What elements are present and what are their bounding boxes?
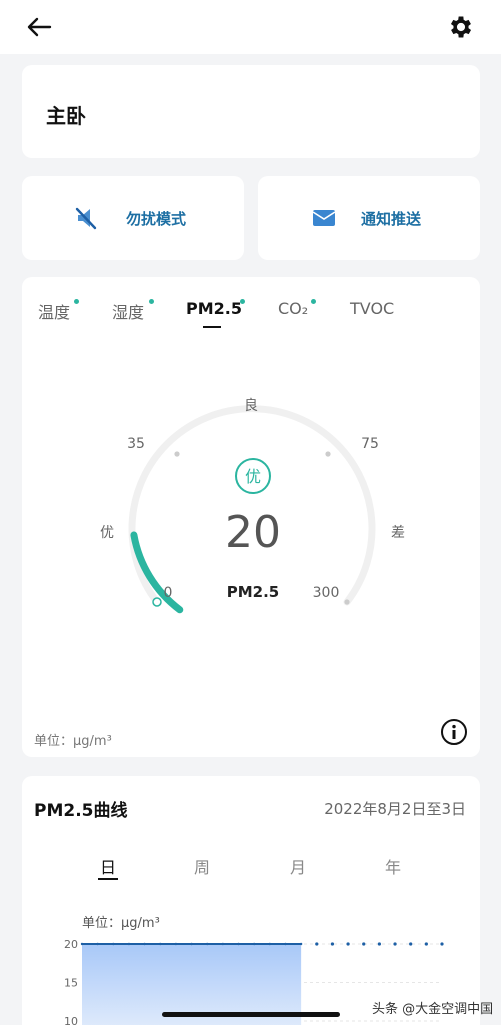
room-name: 主卧	[46, 104, 86, 128]
chart-future-point	[362, 942, 366, 946]
period-tab-day[interactable]: 日	[100, 854, 116, 878]
chart-data-point	[221, 942, 225, 946]
gauge-tick-35: 35	[127, 436, 145, 452]
chart-data-point	[159, 942, 162, 946]
gauge-tick-dot	[344, 599, 350, 605]
gauge-name: PM2.5	[227, 583, 280, 601]
chart-future-point	[393, 942, 397, 946]
watermark-text: 头条 @大金空调中国	[372, 1002, 494, 1017]
active-period-underline	[98, 878, 118, 880]
chart-data-point	[284, 942, 287, 946]
tab-status-dot	[240, 299, 245, 304]
curve-date-range[interactable]: 2022年8月2日至3日	[324, 798, 466, 819]
gauge-start-knob	[152, 597, 162, 607]
gauge-label-good: 优	[100, 525, 114, 541]
tab-tvoc[interactable]: TVOC	[350, 299, 394, 318]
chart-future-point	[377, 942, 381, 946]
room-card: 主卧	[22, 65, 480, 158]
curve-title: PM2.5曲线	[34, 801, 128, 821]
chart-future-point	[346, 942, 350, 946]
chart-future-point	[424, 942, 428, 946]
pm25-value: 20	[225, 507, 281, 558]
gear-icon[interactable]	[447, 13, 475, 41]
chart-data-point	[268, 942, 272, 946]
period-tab-month[interactable]: 月	[290, 854, 306, 878]
chart-future-point	[330, 942, 335, 946]
info-circle-icon[interactable]	[440, 718, 468, 746]
mute-speaker-icon	[75, 207, 97, 230]
gauge-tick-dot	[325, 451, 331, 457]
gauge-track	[128, 405, 376, 606]
chart-y-tick-label: 10	[64, 1015, 78, 1025]
tab-status-dot	[311, 299, 316, 304]
chart-future-point	[440, 942, 444, 946]
notification-push-button[interactable]: 通知推送	[258, 176, 480, 260]
top-bar	[0, 0, 501, 54]
tab-humidity[interactable]: 湿度	[112, 299, 144, 323]
tab-co2[interactable]: CO₂	[278, 299, 308, 318]
home-indicator	[162, 1012, 340, 1017]
chart-data-point	[80, 942, 84, 946]
gauge-tick-dot	[174, 451, 180, 457]
chart-data-point	[237, 942, 240, 946]
chart-data-point	[252, 942, 256, 946]
aqi-badge-text: 优	[245, 467, 261, 486]
arrow-left-icon[interactable]	[24, 12, 54, 42]
chart-y-tick-label: 15	[64, 977, 78, 990]
chart-data-point	[299, 942, 303, 946]
do-not-disturb-label: 勿扰模式	[126, 210, 187, 228]
notification-push-label: 通知推送	[361, 210, 422, 228]
chart-data-point	[174, 942, 178, 946]
pm25-gauge: 优 良 差 35 75 0 300 优 20 PM2.5	[100, 398, 405, 614]
chart-data-point	[190, 942, 193, 946]
tab-temperature[interactable]: 温度	[38, 299, 70, 323]
chart-y-tick-label: 20	[64, 938, 78, 951]
active-tab-underline	[203, 326, 221, 328]
gauge-tick-0: 0	[164, 585, 173, 601]
chart-data-point	[96, 942, 99, 946]
curve-card: PM2.5曲线 2022年8月2日至3日 日 周 月 年 单位：μg/m³ 20…	[22, 776, 480, 1025]
envelope-icon	[312, 210, 336, 226]
unit-label: 单位：μg/m³	[34, 734, 112, 749]
chart-data-point	[206, 942, 209, 946]
chart-data-point	[112, 942, 115, 946]
do-not-disturb-button[interactable]: 勿扰模式	[22, 176, 244, 260]
chart-future-point	[409, 942, 413, 946]
tab-status-dot	[74, 299, 79, 304]
chart-future-point	[315, 942, 319, 946]
period-tab-week[interactable]: 周	[194, 854, 210, 878]
period-tab-year[interactable]: 年	[385, 854, 401, 878]
gauge-label-poor: 差	[391, 525, 405, 541]
gauge-tick-300: 300	[313, 585, 340, 601]
chart-data-point	[127, 942, 131, 946]
tab-status-dot	[149, 299, 154, 304]
chart-data-point	[143, 942, 146, 946]
sensor-card: 温度 湿度 PM2.5 CO₂ TVOC 优 良 差 35 75 0 300 优…	[22, 277, 480, 757]
gauge-tick-75: 75	[361, 436, 379, 452]
tab-pm25[interactable]: PM2.5	[186, 299, 242, 318]
gauge-label-fair: 良	[244, 398, 258, 414]
